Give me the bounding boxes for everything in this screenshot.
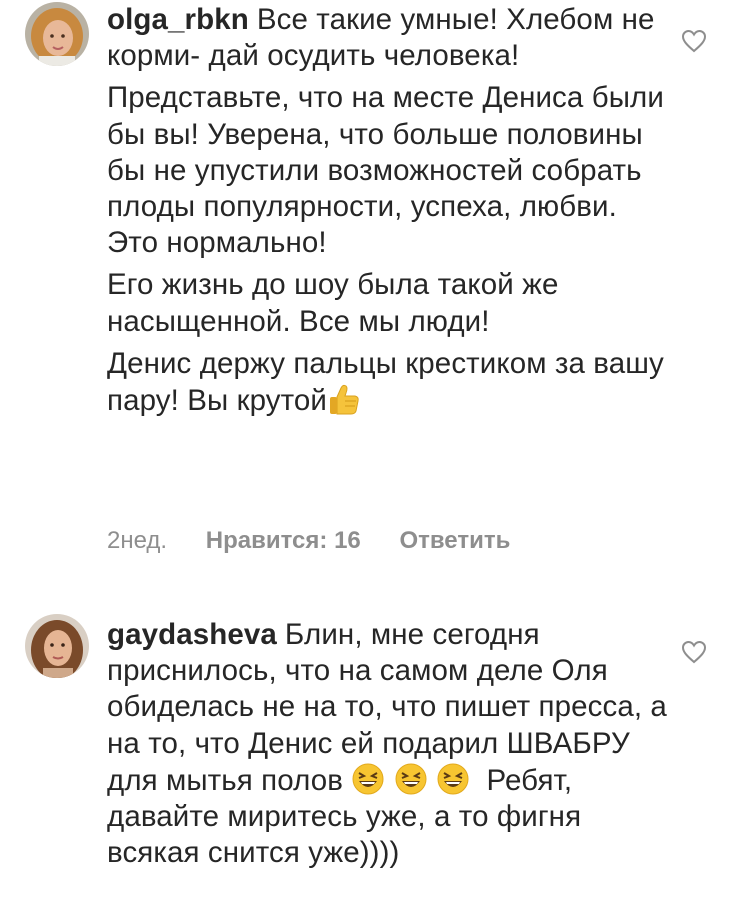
grinning-squinting-face-icon [437, 763, 469, 795]
username[interactable]: gaydasheva [107, 618, 277, 651]
grinning-squinting-face-icon [352, 763, 384, 795]
grinning-squinting-face-icon [395, 763, 427, 795]
reply-button[interactable]: Ответить [399, 527, 510, 554]
thumbs-up-icon [329, 384, 359, 415]
comment-text: gaydasheva Блин, мне сегодня приснилось, … [107, 618, 667, 870]
comment-text: olga_rbkn Все такие умные! Хлебом не корм… [107, 3, 664, 418]
avatar[interactable] [25, 2, 89, 66]
timestamp: 2нед. [107, 527, 168, 554]
username[interactable]: olga_rbkn [107, 3, 249, 36]
heart-icon[interactable] [681, 640, 707, 664]
heart-icon[interactable] [681, 29, 707, 53]
avatar[interactable] [25, 614, 89, 678]
likes-count[interactable]: Нравится: 16 [206, 527, 361, 554]
comment-meta: 2нед. Нравится: 16 Ответить [107, 527, 510, 555]
